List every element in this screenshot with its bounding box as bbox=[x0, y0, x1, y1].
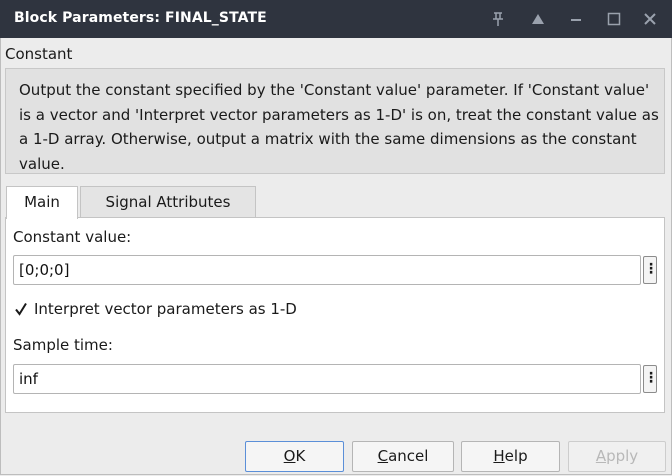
sample-time-more-button[interactable]: ⋮ bbox=[643, 365, 658, 393]
cancel-button[interactable]: Cancel bbox=[352, 441, 454, 472]
apply-label-rest: pply bbox=[606, 447, 639, 465]
help-mnemonic: H bbox=[493, 447, 505, 465]
apply-button[interactable]: Apply bbox=[568, 441, 666, 472]
cancel-label-rest: ancel bbox=[388, 447, 429, 465]
checkmark-icon[interactable] bbox=[13, 301, 29, 317]
tab-main[interactable]: Main bbox=[6, 186, 78, 219]
triangle-up-icon[interactable] bbox=[528, 9, 548, 29]
interpret-vector-label[interactable]: Interpret vector parameters as 1-D bbox=[34, 300, 297, 318]
ok-button[interactable]: OK bbox=[245, 441, 344, 472]
help-label-rest: elp bbox=[504, 447, 528, 465]
block-type-label: Constant bbox=[5, 45, 73, 63]
constant-value-label: Constant value: bbox=[13, 228, 132, 246]
sample-time-input[interactable] bbox=[13, 364, 641, 394]
title-bar[interactable]: Block Parameters: FINAL_STATE bbox=[0, 0, 672, 38]
apply-mnemonic: A bbox=[595, 447, 607, 465]
block-description: Output the constant specified by the 'Co… bbox=[19, 81, 659, 173]
sample-time-label: Sample time: bbox=[13, 336, 113, 354]
constant-value-input[interactable] bbox=[13, 255, 641, 285]
ok-mnemonic: O bbox=[283, 447, 296, 465]
cancel-mnemonic: C bbox=[377, 447, 389, 465]
constant-value-more-button[interactable]: ⋮ bbox=[643, 256, 658, 284]
window-title: Block Parameters: FINAL_STATE bbox=[14, 10, 267, 26]
tab-signal-attributes[interactable]: Signal Attributes bbox=[80, 186, 256, 218]
description-box: Output the constant specified by the 'Co… bbox=[5, 68, 665, 174]
help-button[interactable]: Help bbox=[461, 441, 560, 472]
minimize-icon[interactable] bbox=[566, 9, 586, 29]
pin-icon[interactable] bbox=[488, 9, 508, 29]
ok-label-rest: K bbox=[295, 447, 306, 465]
maximize-icon[interactable] bbox=[604, 9, 624, 29]
close-icon[interactable] bbox=[640, 9, 660, 29]
